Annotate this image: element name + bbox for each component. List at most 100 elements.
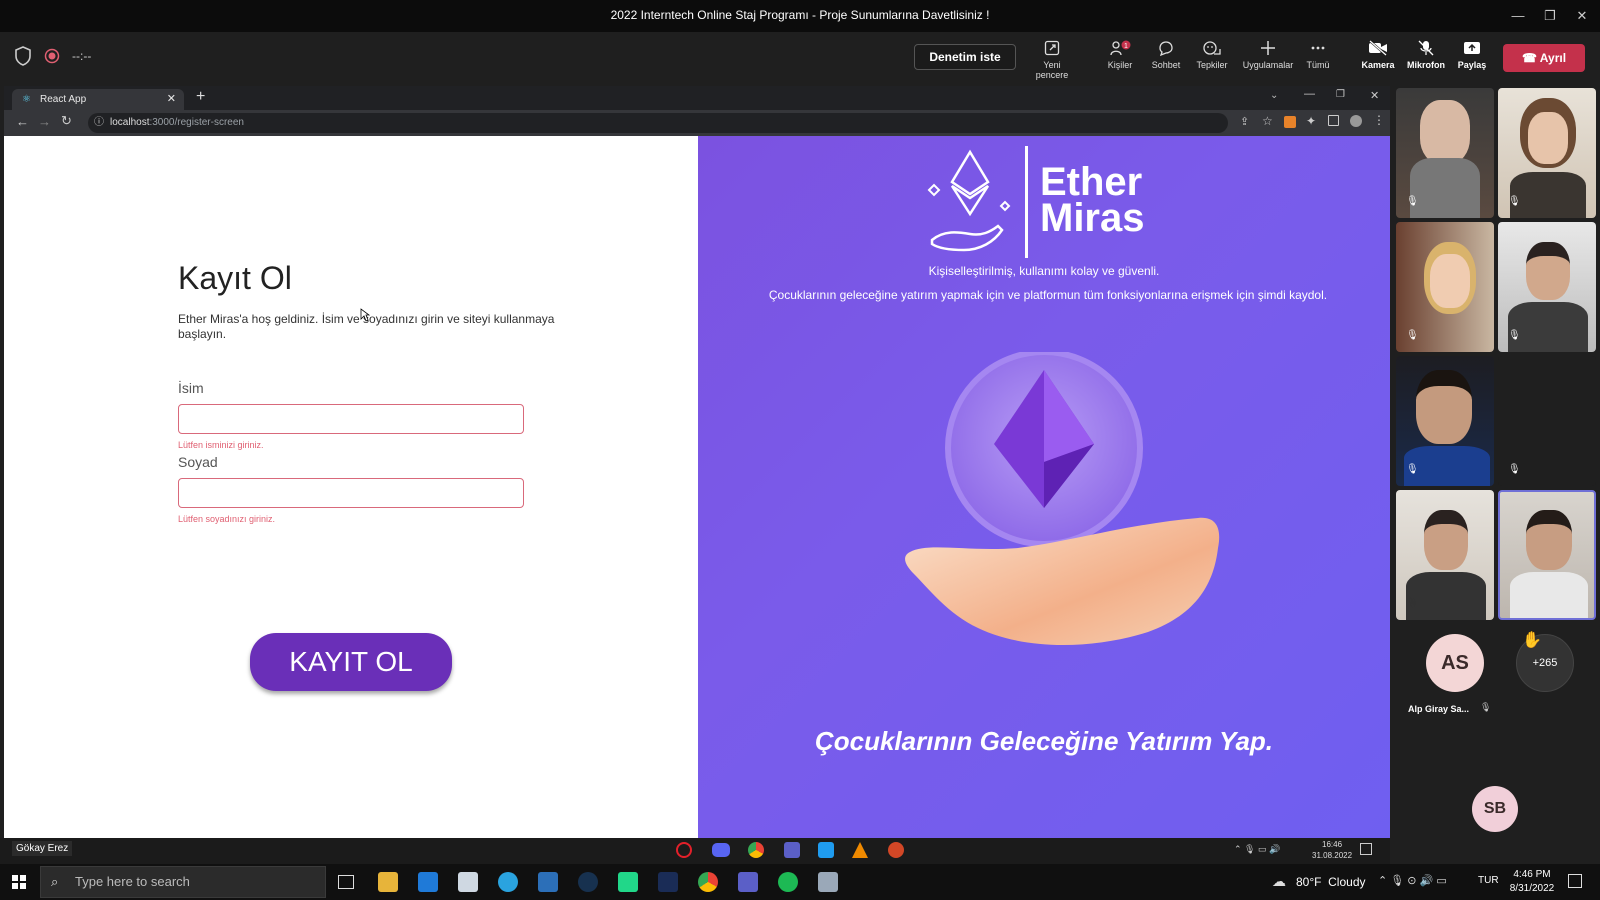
metamask-extension-icon[interactable]	[1284, 116, 1296, 128]
steam-icon[interactable]	[578, 872, 598, 892]
participant-face	[1420, 100, 1470, 164]
participant-video-tile[interactable]: 🎙	[1396, 222, 1494, 352]
spotify-icon[interactable]	[778, 872, 798, 892]
weather-text[interactable]: 80°F Cloudy	[1296, 875, 1366, 889]
new-window-icon	[1044, 40, 1060, 56]
browser-minimize-button[interactable]: —	[1304, 88, 1315, 100]
info-icon: ⓘ	[94, 117, 104, 128]
mic-off-icon: 🎙	[1480, 702, 1492, 712]
leave-button[interactable]: ☎ Ayrıl	[1503, 44, 1585, 72]
pycharm-icon[interactable]	[618, 872, 638, 892]
app-icon[interactable]	[538, 872, 558, 892]
reactions-icon	[1203, 41, 1221, 55]
browser-restore-button[interactable]: ❐	[1336, 89, 1345, 100]
leave-label: Ayrıl	[1539, 51, 1567, 65]
people-button[interactable]: 1 Kişiler	[1094, 38, 1146, 78]
register-submit-button[interactable]: KAYIT OL	[250, 633, 452, 691]
register-intro: Ether Miras'a hoş geldiniz. İsim ve soya…	[178, 312, 555, 341]
participant-body	[1510, 572, 1588, 618]
windows-taskbar: ⌕ Type here to search ☁ 80°F Cloudy ⌃ 🎙 …	[0, 864, 1600, 900]
hero-tagline: Kişiselleştirilmiş, kullanımı kolay ve g…	[928, 264, 1160, 278]
last-name-field[interactable]	[178, 478, 524, 508]
toolbar-label: Uygulamalar	[1242, 60, 1294, 70]
participant-video-tile[interactable]: 🎙	[1498, 222, 1596, 352]
shared-browser-window: ⚛ React App ✕ + ⌄ — ❐ ✕ ← → ↻ ⓘ localhos…	[4, 86, 1390, 838]
tab-close-icon[interactable]: ✕	[167, 89, 176, 110]
participant-video-tile[interactable]: 🎙	[1396, 356, 1494, 486]
browser-menu-icon[interactable]: ⋮	[1373, 113, 1385, 127]
extensions-icon[interactable]: ✦	[1306, 114, 1316, 128]
participant-face	[1526, 242, 1570, 300]
teams-taskbar-icon[interactable]	[738, 872, 758, 892]
side-panel-icon[interactable]	[1328, 115, 1339, 126]
reactions-button[interactable]: Tepkiler	[1186, 38, 1238, 78]
apps-button[interactable]: Uygulamalar	[1239, 38, 1297, 78]
participant-video-tile[interactable]: 🎙	[1498, 88, 1596, 218]
tray-icons[interactable]: ⌃ 🎙 ⊙ 🔊 ▭	[1378, 874, 1447, 887]
new-tab-button[interactable]: +	[196, 88, 205, 106]
more-icon	[1311, 46, 1325, 50]
forward-icon[interactable]: →	[38, 114, 51, 129]
page-title: Kayıt Ol	[178, 260, 292, 296]
mic-off-icon: 🎙	[1406, 330, 1419, 341]
restore-button[interactable]: ❐	[1540, 6, 1560, 26]
app-icon[interactable]	[818, 872, 838, 892]
participant-video-tile[interactable]: 🎙	[1396, 490, 1494, 620]
register-form-pane: Kayıt Ol Ether Miras'a hoş geldiniz. İsi…	[4, 136, 698, 838]
back-icon[interactable]: ←	[16, 114, 29, 129]
task-view-icon[interactable]	[338, 875, 354, 889]
mic-off-icon: 🎙	[1406, 464, 1419, 475]
participant-face	[1424, 510, 1468, 570]
active-speaker-tile[interactable]	[1498, 490, 1596, 620]
participants-panel: 🎙 🎙 🎙 🎙 🎙 🎙 🎙 AS Alp Giray Sa... 🎙 +265 …	[1392, 86, 1600, 864]
profile-icon[interactable]	[1350, 115, 1362, 127]
tab-search-icon[interactable]: ⌄	[1270, 90, 1278, 101]
chrome-taskbar-icon[interactable]	[698, 872, 718, 892]
telegram-icon[interactable]	[498, 872, 518, 892]
raised-hand-icon: ✋	[1522, 632, 1542, 649]
microphone-button[interactable]: Mikrofon	[1400, 38, 1452, 78]
opera-icon	[676, 842, 692, 858]
meeting-timer: --:--	[72, 49, 92, 63]
browser-close-button[interactable]: ✕	[1370, 89, 1379, 102]
taskbar-search-input[interactable]: ⌕ Type here to search	[40, 866, 326, 898]
brand-line-2: Miras	[1040, 196, 1145, 240]
more-button[interactable]: Tümü	[1292, 38, 1344, 78]
hero-description: Çocuklarının geleceğine yatırım yapmak i…	[768, 288, 1328, 302]
first-name-field[interactable]	[178, 404, 524, 434]
share-button[interactable]: Paylaş	[1446, 38, 1498, 78]
mail-icon[interactable]	[418, 872, 438, 892]
camera-button[interactable]: Kamera	[1352, 38, 1404, 78]
action-center-icon[interactable]	[1568, 874, 1582, 888]
file-explorer-icon[interactable]	[378, 872, 398, 892]
new-window-button[interactable]: Yeni pencere	[1026, 38, 1078, 80]
bookmark-star-icon[interactable]: ☆	[1262, 114, 1273, 128]
avatar[interactable]: SB	[1472, 786, 1518, 832]
taskbar-time: 4:46 PM	[1513, 869, 1551, 880]
visual-studio-icon[interactable]	[658, 872, 678, 892]
mic-off-icon: 🎙	[1508, 196, 1521, 207]
browser-tab[interactable]: ⚛ React App ✕	[12, 89, 184, 110]
avatar[interactable]: AS	[1426, 634, 1484, 692]
minimize-button[interactable]: —	[1508, 6, 1528, 26]
request-control-button[interactable]: Denetim iste	[914, 44, 1016, 70]
participant-video-tile[interactable]: 🎙	[1396, 88, 1494, 218]
reload-icon[interactable]: ↻	[61, 113, 72, 129]
presenter-taskbar: Gökay Erez ⌃ 🎙 ▭ 🔊 16:46 31.08.2022	[0, 838, 1390, 864]
url-path: :3000/register-screen	[149, 117, 244, 128]
participant-body	[1510, 172, 1586, 218]
chat-button[interactable]: Sohbet	[1140, 38, 1192, 78]
brand-line-1: Ether	[1040, 160, 1143, 204]
language-indicator[interactable]: TUR	[1478, 875, 1499, 886]
record-icon[interactable]	[44, 48, 60, 64]
share-page-icon[interactable]: ⇪	[1240, 115, 1249, 128]
mic-off-icon: 🎙	[1508, 464, 1521, 475]
taskbar-clock[interactable]: 4:46 PM 8/31/2022	[1506, 868, 1558, 896]
people-badge: 1	[1124, 43, 1128, 50]
windows-start-icon[interactable]	[12, 875, 26, 889]
vlc-icon	[852, 842, 868, 858]
url-field[interactable]: ⓘ localhost:3000/register-screen	[88, 113, 1228, 133]
store-icon[interactable]	[458, 872, 478, 892]
participant-video-tile[interactable]: 🎙	[1498, 356, 1596, 486]
close-button[interactable]: ✕	[1572, 6, 1592, 26]
